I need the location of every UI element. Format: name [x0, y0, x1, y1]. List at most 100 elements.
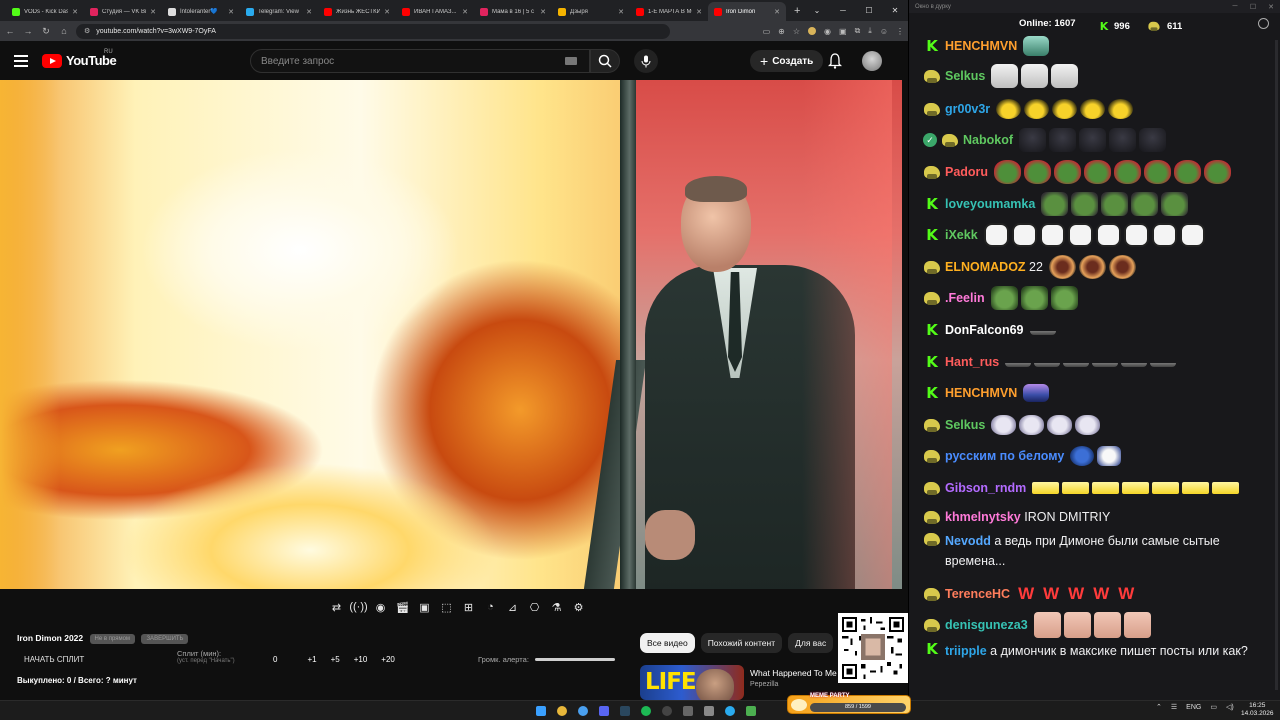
chat-username[interactable]: Gibson_rndm	[945, 481, 1026, 495]
speed-icon[interactable]: ◔	[482, 599, 499, 615]
tab-close-icon[interactable]: ✕	[618, 8, 624, 16]
chat-username[interactable]: triipple	[945, 644, 987, 658]
start-split-button[interactable]: НАЧАТЬ СПЛИТ	[24, 655, 84, 664]
alert-volume-slider[interactable]	[534, 658, 615, 661]
discord-icon[interactable]	[595, 703, 612, 718]
video-player[interactable]	[0, 80, 902, 589]
tab-close-icon[interactable]: ✕	[462, 8, 468, 16]
extension-icon[interactable]: ▣	[839, 27, 847, 36]
add-1-button[interactable]: +1	[307, 655, 316, 664]
chat-username[interactable]: .Feelin	[945, 291, 985, 305]
tray-chevron-icon[interactable]: ⌃	[1156, 703, 1162, 711]
app-icon[interactable]	[679, 703, 696, 718]
browser-tab[interactable]: Telegram: View ✕	[240, 2, 318, 21]
browser-tab[interactable]: Жизнь ЖЁСТКИЙ✕	[318, 2, 396, 21]
chat-username[interactable]: loveyoumamka	[945, 197, 1035, 211]
video-thumbnail[interactable]: LIFE	[640, 665, 744, 700]
tab-close-icon[interactable]: ✕	[306, 8, 312, 16]
home-icon[interactable]: ⌂	[58, 26, 70, 36]
chat-username[interactable]: Nabokof	[963, 133, 1013, 147]
app-icon[interactable]	[700, 703, 717, 718]
menu-dots-icon[interactable]: ⋮	[896, 27, 904, 36]
flask-icon[interactable]: ⚗	[548, 599, 565, 615]
chrome-icon[interactable]	[574, 703, 591, 718]
browser-tab[interactable]: ИВАН ГАМАЗ... ✕	[396, 2, 474, 21]
tab-search-icon[interactable]: ⌄	[804, 0, 830, 21]
zoom-icon[interactable]: ⊕	[778, 27, 785, 36]
obs-icon[interactable]	[658, 703, 675, 718]
cast-icon[interactable]: ▭	[763, 27, 771, 36]
browser-tab[interactable]: Дзыря ✕	[552, 2, 630, 21]
extensions-puzzle-icon[interactable]: ⧉	[855, 26, 861, 36]
youtube-logo[interactable]: YouTube RU	[42, 49, 117, 68]
downloads-icon[interactable]: ⤓	[868, 26, 872, 36]
add-5-button[interactable]: +5	[331, 655, 340, 664]
chat-username[interactable]: khmelnytsky	[945, 510, 1021, 524]
picture-in-picture-icon[interactable]: ▣	[416, 599, 433, 615]
camera-icon[interactable]: ⎔	[526, 599, 543, 615]
chat-username[interactable]: русским по белому	[945, 449, 1064, 463]
broadcast-icon[interactable]: ((·))	[349, 599, 367, 615]
browser-tab[interactable]: Студия — VK Видео ✕	[84, 2, 162, 21]
network-icon[interactable]: ▭	[1210, 703, 1217, 711]
menu-icon[interactable]	[14, 54, 28, 67]
chip-related[interactable]: Похожий контент	[700, 633, 783, 653]
site-info-icon[interactable]: ⚙	[84, 27, 90, 35]
bookmark-star-icon[interactable]: ☆	[793, 27, 800, 36]
keyboard-icon[interactable]	[565, 57, 577, 65]
chat-username[interactable]: gr00v3r	[945, 102, 990, 116]
notifications-bell-icon[interactable]	[828, 53, 842, 69]
chat-scrollbar[interactable]	[1275, 40, 1278, 690]
telegram-icon[interactable]	[721, 703, 738, 718]
search-button[interactable]	[590, 49, 620, 73]
tray-app-icon[interactable]: ☰	[1171, 703, 1177, 711]
address-bar[interactable]: ⚙ youtube.com/watch?v=3wXW9-7OyFA	[76, 23, 670, 39]
extension-icon[interactable]: ◉	[824, 27, 831, 36]
recommended-title[interactable]: What Happened To Me	[750, 668, 837, 678]
profile-icon[interactable]: ☺	[880, 27, 888, 36]
tab-close-icon[interactable]: ✕	[150, 8, 156, 16]
create-button[interactable]: + Создать	[750, 50, 824, 72]
forward-icon[interactable]: →	[22, 26, 34, 36]
chrome-icon[interactable]	[553, 703, 570, 718]
chart-icon[interactable]: ⊿	[504, 599, 521, 615]
minimize-icon[interactable]: ─	[830, 0, 856, 21]
voice-search-button[interactable]	[634, 49, 658, 73]
clapper-icon[interactable]: 🎬︎	[394, 599, 411, 615]
chat-username[interactable]: denisguneza3	[945, 618, 1028, 632]
browser-tab[interactable]: Intoleranter💙 ✕	[162, 2, 240, 21]
live-status-pill[interactable]: Не в прямом	[89, 634, 136, 644]
tab-close-icon[interactable]: ✕	[228, 8, 234, 16]
extension-icon[interactable]	[808, 27, 817, 35]
tab-close-icon[interactable]: ✕	[540, 8, 546, 16]
chat-username[interactable]: Hant_rus	[945, 355, 999, 369]
loop-icon[interactable]: ⇄	[328, 599, 345, 615]
browser-tab[interactable]: Iron Dimon ✕	[708, 2, 786, 21]
tab-close-icon[interactable]: ✕	[384, 8, 390, 16]
chip-for-you[interactable]: Для вас	[788, 633, 834, 653]
language-indicator[interactable]: ENG	[1186, 704, 1201, 711]
recommended-channel[interactable]: Pepezilla	[750, 681, 778, 688]
minimize-icon[interactable]: ─	[1226, 3, 1244, 11]
chat-username[interactable]: DonFalcon69	[945, 323, 1024, 337]
tab-close-icon[interactable]: ✕	[774, 8, 780, 16]
chat-username[interactable]: Nevodd	[945, 534, 991, 548]
finish-pill[interactable]: ЗАВЕРШИТЬ	[141, 634, 189, 644]
tab-close-icon[interactable]: ✕	[696, 8, 702, 16]
start-icon[interactable]	[532, 703, 549, 718]
account-avatar[interactable]	[862, 51, 882, 71]
browser-tab[interactable]: Мама в 16 | 5 с ✕	[474, 2, 552, 21]
reload-icon[interactable]: ↻	[40, 26, 52, 37]
maximize-icon[interactable]: ☐	[856, 0, 882, 21]
chip-all-videos[interactable]: Все видео	[640, 633, 695, 653]
chat-username[interactable]: TerenceHC	[945, 587, 1010, 601]
taskbar-clock[interactable]: 16:25 14.03.2026	[1241, 702, 1274, 718]
chat-username[interactable]: Selkus	[945, 418, 985, 432]
volume-icon[interactable]: ◁)	[1226, 703, 1234, 711]
watch-icon[interactable]: ◉	[372, 599, 389, 615]
close-window-icon[interactable]: ✕	[882, 0, 908, 21]
browser-tab[interactable]: VODs - Kick Dashbo✕	[6, 2, 84, 21]
close-window-icon[interactable]: ✕	[1262, 3, 1280, 11]
add-20-button[interactable]: +20	[381, 655, 395, 664]
refresh-icon[interactable]	[1258, 18, 1269, 29]
